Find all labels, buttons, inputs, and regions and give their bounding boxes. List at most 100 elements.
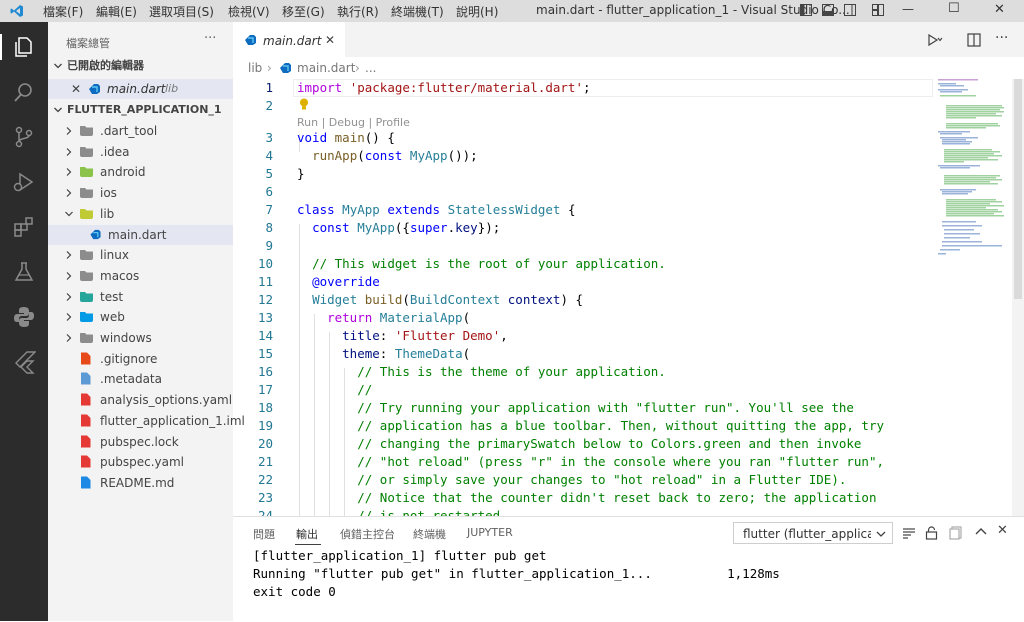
tree-item-lib[interactable]: lib xyxy=(48,204,233,224)
tree-item-flutter-application-1-iml[interactable]: flutter_application_1.iml xyxy=(48,411,245,431)
scrollbar-thumb[interactable] xyxy=(1014,79,1022,299)
explorer-icon[interactable] xyxy=(12,35,36,59)
tab-terminal[interactable]: 終端機 xyxy=(413,526,446,542)
explorer-more-icon[interactable]: ··· xyxy=(204,31,216,46)
tree-item-label: test xyxy=(100,290,124,304)
output-channel-value: flutter (flutter_applicatio xyxy=(743,527,871,541)
run-dropdown-icon[interactable] xyxy=(927,33,943,47)
source-control-icon[interactable] xyxy=(12,125,36,149)
code-line-3: void main() { xyxy=(297,130,395,145)
maximize-panel-icon[interactable] xyxy=(975,527,987,537)
run-debug-icon[interactable] xyxy=(12,170,36,194)
folder-icon xyxy=(80,167,93,177)
tree-item-label: web xyxy=(100,310,125,324)
close-panel-icon[interactable]: ✕ xyxy=(997,523,1008,538)
menu-edit[interactable]: 編輯(E) xyxy=(96,3,137,20)
lightbulb-icon[interactable] xyxy=(299,98,309,111)
line-number: 4 xyxy=(265,148,273,163)
file-icon xyxy=(81,435,91,448)
tree-item-label: android xyxy=(100,165,146,179)
tree-item-label: lib xyxy=(100,207,115,221)
code-line-23: // Notice that the counter didn't reset … xyxy=(357,490,877,505)
clear-output-icon[interactable] xyxy=(902,526,916,540)
tree-item-label: pubspec.yaml xyxy=(100,455,184,469)
output-channel-select[interactable]: flutter (flutter_applicatio xyxy=(733,522,893,544)
tree-item-pubspec-lock[interactable]: pubspec.lock xyxy=(48,432,233,452)
breadcrumb-symbol[interactable]: ... xyxy=(365,57,376,79)
minimize-button[interactable]: — xyxy=(902,2,914,16)
tree-item-metadata[interactable]: .metadata xyxy=(48,369,233,389)
dart-file-icon xyxy=(245,35,256,45)
tree-item-analysis-options-yaml[interactable]: analysis_options.yaml xyxy=(48,390,233,410)
chevron-right-icon xyxy=(66,293,72,301)
tree-item-test[interactable]: test xyxy=(48,287,233,307)
close-button[interactable]: ✕ xyxy=(994,2,1005,17)
lock-scroll-icon[interactable] xyxy=(925,526,938,540)
line-number: 6 xyxy=(265,184,273,199)
folder-icon xyxy=(80,209,93,219)
codelens-run-debug-profile[interactable]: Run | Debug | Profile xyxy=(297,116,410,129)
folder-icon xyxy=(80,271,93,281)
open-editors-header[interactable]: 已開啟的編輯器 xyxy=(48,56,233,76)
menu-selection[interactable]: 選取項目(S) xyxy=(149,3,214,20)
more-actions-icon[interactable]: ··· xyxy=(995,30,1008,46)
customize-layout-icon[interactable] xyxy=(872,4,884,16)
output-line-2: Running "flutter pub get" in flutter_app… xyxy=(253,566,780,581)
code-line-18: // Try running your application with "fl… xyxy=(357,400,854,415)
maximize-button[interactable]: ☐ xyxy=(948,1,960,16)
toggle-sidebar-icon[interactable] xyxy=(800,4,812,16)
extensions-icon[interactable] xyxy=(12,215,36,239)
tree-item-label: flutter_application_1.iml xyxy=(100,414,245,428)
tree-item-label: analysis_options.yaml xyxy=(100,393,233,407)
tree-item-web[interactable]: web xyxy=(48,307,233,327)
tab-close-icon[interactable]: ✕ xyxy=(325,33,335,47)
menu-terminal[interactable]: 終端機(T) xyxy=(391,3,444,20)
tree-item-idea[interactable]: .idea xyxy=(48,142,233,162)
breadcrumb-file[interactable]: main.dart xyxy=(297,57,355,79)
code-line-22: // or simply save your changes to "hot r… xyxy=(357,472,847,487)
search-icon[interactable] xyxy=(12,80,36,104)
flutter-icon[interactable] xyxy=(12,350,36,374)
menu-go[interactable]: 移至(G) xyxy=(282,3,325,20)
close-editor-icon[interactable]: ✕ xyxy=(71,79,81,99)
minimap[interactable] xyxy=(938,79,1013,259)
open-log-file-icon[interactable] xyxy=(949,526,963,540)
tree-item-ios[interactable]: ios xyxy=(48,183,233,203)
toggle-secondary-sidebar-icon[interactable] xyxy=(844,4,856,16)
tree-item-linux[interactable]: linux xyxy=(48,245,233,265)
code-editor[interactable]: 1 2 3 4 5 6 7 8 9 10 11 12 13 14 15 16 17 18 19 20 21 22 23 24 … xyxy=(233,79,933,516)
open-editor-item[interactable]: ✕ main.dart lib xyxy=(48,79,233,99)
editor-scrollbar[interactable] xyxy=(1012,79,1024,516)
tab-debug-console[interactable]: 偵錯主控台 xyxy=(340,526,395,542)
menu-help[interactable]: 說明(H) xyxy=(456,3,498,20)
testing-flask-icon[interactable] xyxy=(12,260,36,284)
tab-jupyter[interactable]: JUPYTER xyxy=(467,526,513,539)
tab-problems[interactable]: 問題 xyxy=(253,526,275,542)
chevron-right-icon xyxy=(66,334,72,342)
tab-main-dart[interactable]: main.dart ✕ xyxy=(233,22,345,57)
breadcrumb-lib[interactable]: lib xyxy=(248,57,262,79)
code-line-16: // This is the theme of your application… xyxy=(357,364,666,379)
menu-file[interactable]: 檔案(F) xyxy=(43,3,83,20)
tree-item-pubspec-yaml[interactable]: pubspec.yaml xyxy=(48,452,233,472)
folder-icon xyxy=(80,292,93,302)
python-icon[interactable] xyxy=(12,305,36,329)
tree-item-android[interactable]: android xyxy=(48,162,233,182)
tree-item-main-dart[interactable]: main.dart xyxy=(48,225,233,245)
tree-item-macos[interactable]: macos xyxy=(48,266,233,286)
code-line-14: title: 'Flutter Demo', xyxy=(342,328,508,343)
file-icon xyxy=(81,352,91,365)
line-number: 9 xyxy=(265,238,273,253)
tree-item-windows[interactable]: windows xyxy=(48,328,233,348)
toggle-panel-icon[interactable] xyxy=(822,4,834,16)
project-header[interactable]: FLUTTER_APPLICATION_1 xyxy=(48,100,233,120)
activity-bar xyxy=(0,22,48,621)
split-editor-icon[interactable] xyxy=(967,33,981,47)
vscode-logo-icon[interactable] xyxy=(10,4,24,18)
menu-run[interactable]: 執行(R) xyxy=(337,3,379,20)
menu-view[interactable]: 檢視(V) xyxy=(228,3,270,20)
tree-item-dart-tool[interactable]: .dart_tool xyxy=(48,121,233,141)
tree-item-gitignore[interactable]: .gitignore xyxy=(48,349,233,369)
tab-output[interactable]: 輸出 xyxy=(296,526,318,542)
tree-item-readme-md[interactable]: README.md xyxy=(48,473,233,493)
